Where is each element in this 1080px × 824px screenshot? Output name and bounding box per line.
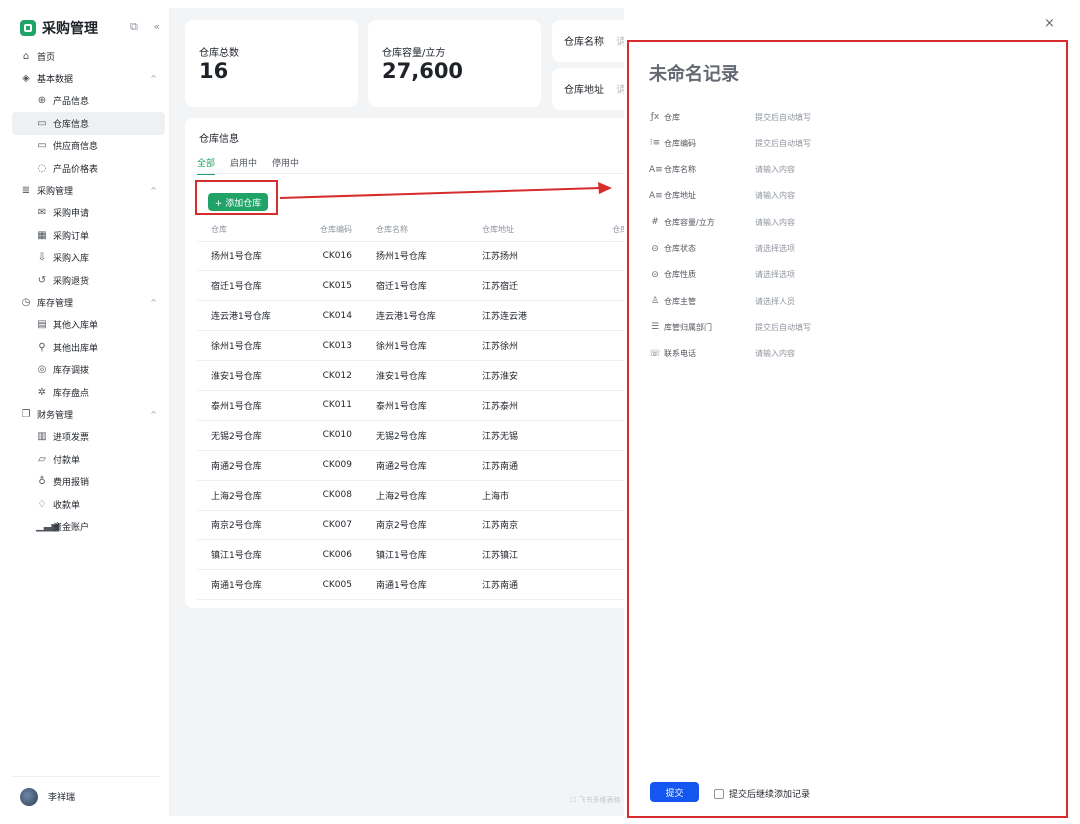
arrow-line	[279, 187, 601, 199]
arrow-head	[598, 182, 612, 194]
annotation-arrow	[279, 182, 612, 199]
